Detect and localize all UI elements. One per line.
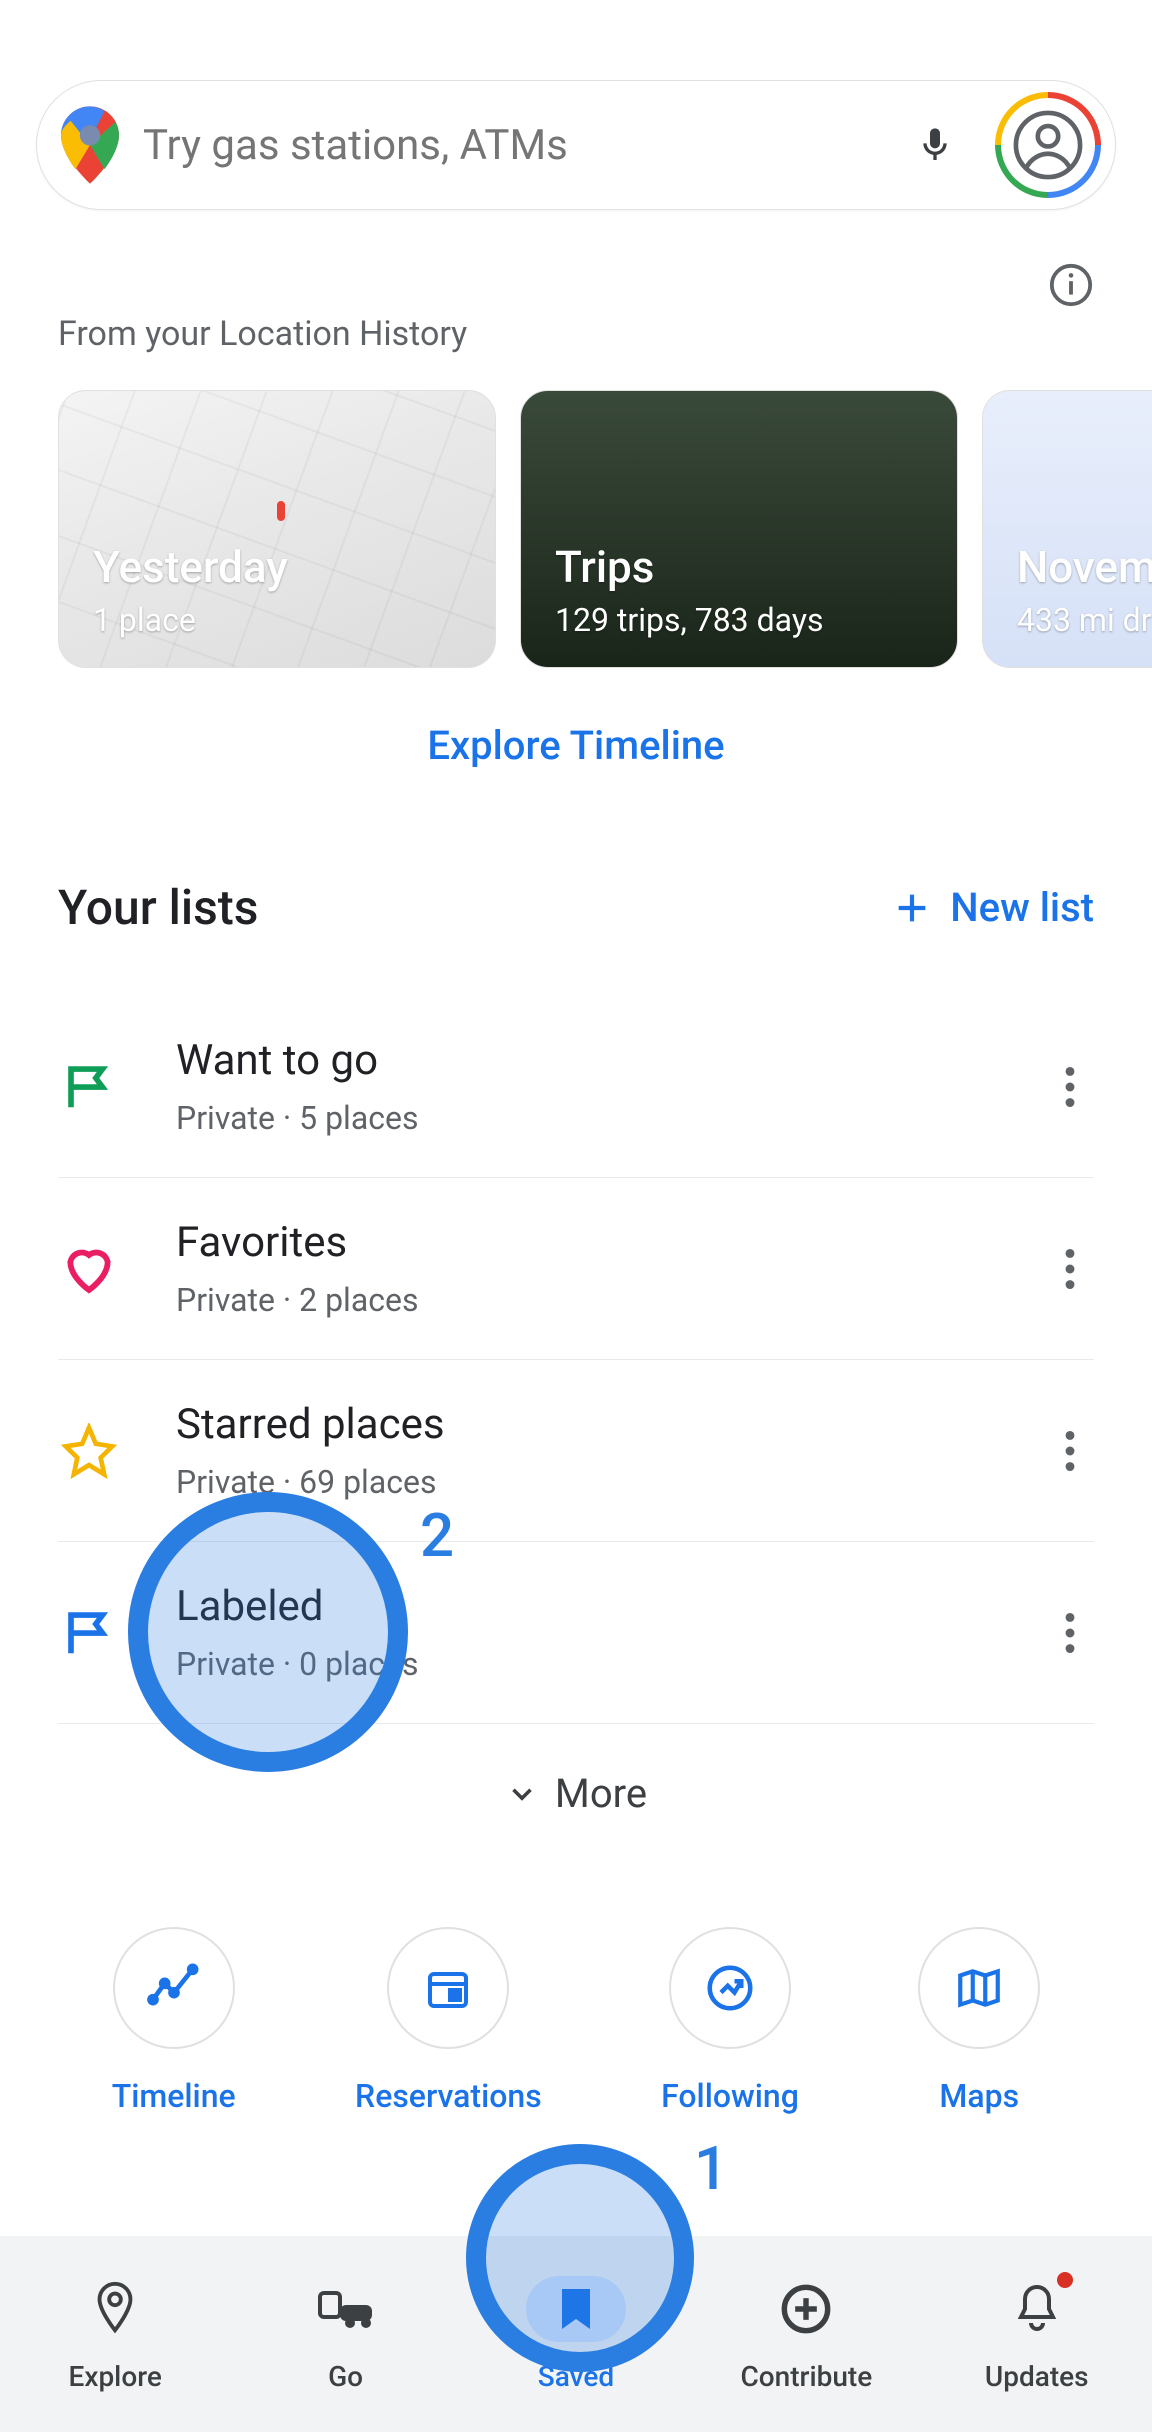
round-timeline[interactable]: Timeline xyxy=(112,1927,236,2115)
info-icon[interactable] xyxy=(1048,262,1094,308)
nav-contribute[interactable]: Contribute xyxy=(691,2276,921,2393)
explore-timeline-link[interactable]: Explore Timeline xyxy=(0,722,1152,769)
new-list-label: New list xyxy=(950,884,1094,931)
list-item-favorites[interactable]: Favorites Private · 2 places xyxy=(58,1178,1094,1360)
list-item-starred[interactable]: Starred places Private · 69 places xyxy=(58,1360,1094,1542)
round-label: Following xyxy=(661,2077,799,2115)
search-bar[interactable] xyxy=(36,80,1116,210)
card-title: Trips xyxy=(555,541,923,593)
timeline-card-yesterday[interactable]: Yesterday 1 place xyxy=(58,390,496,668)
visited-subtitle: From your Location History xyxy=(58,314,1094,354)
round-label: Reservations xyxy=(355,2077,542,2115)
round-label: Maps xyxy=(939,2077,1019,2115)
nav-saved[interactable]: Saved xyxy=(461,2276,691,2393)
list-item-sub: Private · 2 places xyxy=(176,1281,1046,1319)
nav-label: Contribute xyxy=(740,2360,872,2393)
plus-icon xyxy=(892,888,932,928)
nav-label: Go xyxy=(328,2360,363,2393)
more-vert-icon[interactable] xyxy=(1046,1427,1094,1475)
round-reservations[interactable]: Reservations xyxy=(355,1927,542,2115)
nav-label: Saved xyxy=(538,2360,614,2393)
flag-icon xyxy=(58,1056,120,1118)
card-title: November xyxy=(1017,541,1152,593)
search-input[interactable] xyxy=(143,121,915,170)
nav-label: Updates xyxy=(985,2360,1089,2393)
list-item-labeled[interactable]: Labeled Private · 0 places xyxy=(58,1542,1094,1724)
plus-circle-icon xyxy=(780,2283,832,2335)
pin-icon xyxy=(91,2280,139,2338)
avatar[interactable] xyxy=(995,92,1101,198)
nav-go[interactable]: Go xyxy=(230,2276,460,2393)
calendar-icon xyxy=(424,1964,472,2012)
round-label: Timeline xyxy=(112,2077,236,2115)
more-lists-button[interactable]: More xyxy=(58,1770,1094,1817)
maps-pin-icon xyxy=(61,106,119,184)
new-list-button[interactable]: New list xyxy=(892,884,1094,931)
annotation-number-2: 2 xyxy=(420,1500,454,1571)
card-sub: 1 place xyxy=(93,601,461,639)
round-maps[interactable]: Maps xyxy=(918,1927,1040,2115)
nav-explore[interactable]: Explore xyxy=(0,2276,230,2393)
chevron-down-icon xyxy=(505,1777,539,1811)
list-item-sub: Private · 5 places xyxy=(176,1099,1046,1137)
nav-updates[interactable]: Updates xyxy=(922,2276,1152,2393)
nav-label: Explore xyxy=(69,2360,162,2393)
annotation-number-1: 1 xyxy=(694,2133,728,2204)
your-lists-title: Your lists xyxy=(58,879,258,936)
map-icon xyxy=(954,1963,1004,2013)
list-item-sub: Private · 69 places xyxy=(176,1463,1046,1501)
more-vert-icon[interactable] xyxy=(1046,1609,1094,1657)
list-item-title: Favorites xyxy=(176,1218,1046,1267)
timeline-icon xyxy=(146,1960,202,2016)
bell-icon xyxy=(1015,2283,1059,2335)
timeline-card-month[interactable]: November 433 mi driven xyxy=(982,390,1152,668)
flag-outline-icon xyxy=(58,1602,120,1664)
more-label: More xyxy=(555,1770,647,1817)
round-following[interactable]: Following xyxy=(661,1927,799,2115)
card-sub: 433 mi driven xyxy=(1017,601,1152,639)
bookmark-icon xyxy=(558,2285,594,2333)
commute-icon xyxy=(316,2285,376,2333)
star-icon xyxy=(58,1420,120,1482)
mic-icon[interactable] xyxy=(915,119,995,171)
more-vert-icon[interactable] xyxy=(1046,1063,1094,1111)
notification-dot xyxy=(1057,2272,1073,2288)
heart-icon xyxy=(58,1238,120,1300)
list-item-want-to-go[interactable]: Want to go Private · 5 places xyxy=(58,996,1094,1178)
bottom-nav: Explore Go Saved Contribute Updates xyxy=(0,2236,1152,2432)
card-sub: 129 trips, 783 days xyxy=(555,601,923,639)
following-icon xyxy=(703,1961,757,2015)
timeline-card-trips[interactable]: Trips 129 trips, 783 days xyxy=(520,390,958,668)
more-vert-icon[interactable] xyxy=(1046,1245,1094,1293)
list-item-title: Labeled xyxy=(176,1582,1046,1631)
card-title: Yesterday xyxy=(93,541,461,593)
list-item-title: Starred places xyxy=(176,1400,1046,1449)
list-item-title: Want to go xyxy=(176,1036,1046,1085)
list-item-sub: Private · 0 places xyxy=(176,1645,1046,1683)
